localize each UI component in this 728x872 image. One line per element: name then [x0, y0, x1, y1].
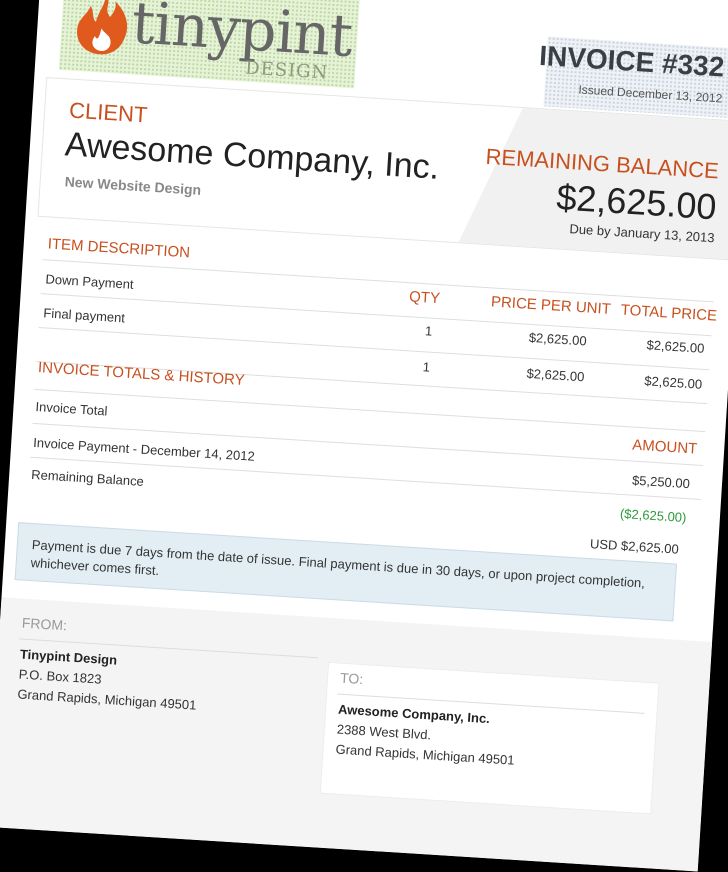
item-qty: 1	[422, 359, 431, 375]
item-description-header: ITEM DESCRIPTION	[47, 235, 191, 262]
to-label: TO:	[339, 669, 364, 688]
logo: tinypint DESIGN	[58, 0, 360, 89]
address-panel: FROM: Tinypint Design P.O. Box 1823 Gran…	[0, 597, 713, 872]
item-description: Down Payment	[45, 271, 135, 292]
invoice-number: INVOICE #332	[538, 39, 726, 83]
from-address-line: Grand Rapids, Michigan 49501	[17, 686, 197, 713]
item-total: $2,625.00	[643, 373, 703, 392]
invoice-totals-header: INVOICE TOTALS & HISTORY	[37, 359, 246, 390]
divider	[38, 327, 710, 371]
to-address-line: Grand Rapids, Michigan 49501	[335, 741, 515, 768]
price-per-unit-header: PRICE PER UNIT	[490, 293, 612, 318]
totals-amount: $5,250.00	[631, 472, 691, 492]
invoice-sheet: tinypint DESIGN INVOICE #332 Issued Dece…	[0, 0, 728, 872]
item-description: Final payment	[42, 305, 126, 326]
from-address-line: P.O. Box 1823	[18, 666, 102, 687]
from-label: FROM:	[21, 614, 68, 634]
divider	[40, 293, 712, 337]
to-address-line: 2388 West Blvd.	[336, 721, 432, 743]
client-label: CLIENT	[68, 97, 149, 128]
amount-header: AMOUNT	[631, 436, 698, 458]
divider	[42, 259, 714, 303]
issued-date: Issued December 13, 2012	[578, 82, 723, 106]
logo-wordmark: tinypint	[129, 0, 354, 71]
client-project: New Website Design	[64, 173, 202, 198]
item-total: $2,625.00	[646, 337, 705, 356]
flame-icon	[77, 0, 128, 55]
item-price: $2,625.00	[526, 365, 585, 385]
to-box: TO: Awesome Company, Inc. 2388 West Blvd…	[319, 661, 660, 815]
payment-amount: ($2,625.00)	[619, 505, 687, 526]
from-name: Tinypint Design	[19, 646, 118, 668]
divider	[34, 388, 706, 433]
invoice-number-box: INVOICE #332 Issued December 13, 2012	[538, 36, 728, 118]
totals-label: Remaining Balance	[30, 466, 145, 489]
qty-header: QTY	[408, 288, 441, 308]
item-price: $2,625.00	[528, 329, 588, 349]
logo-subtitle: DESIGN	[244, 57, 329, 84]
total-price-header: TOTAL PRICE	[620, 301, 718, 325]
remaining-amount: USD $2,625.00	[589, 536, 680, 557]
item-qty: 1	[424, 323, 433, 339]
totals-label: Invoice Total	[35, 399, 108, 419]
